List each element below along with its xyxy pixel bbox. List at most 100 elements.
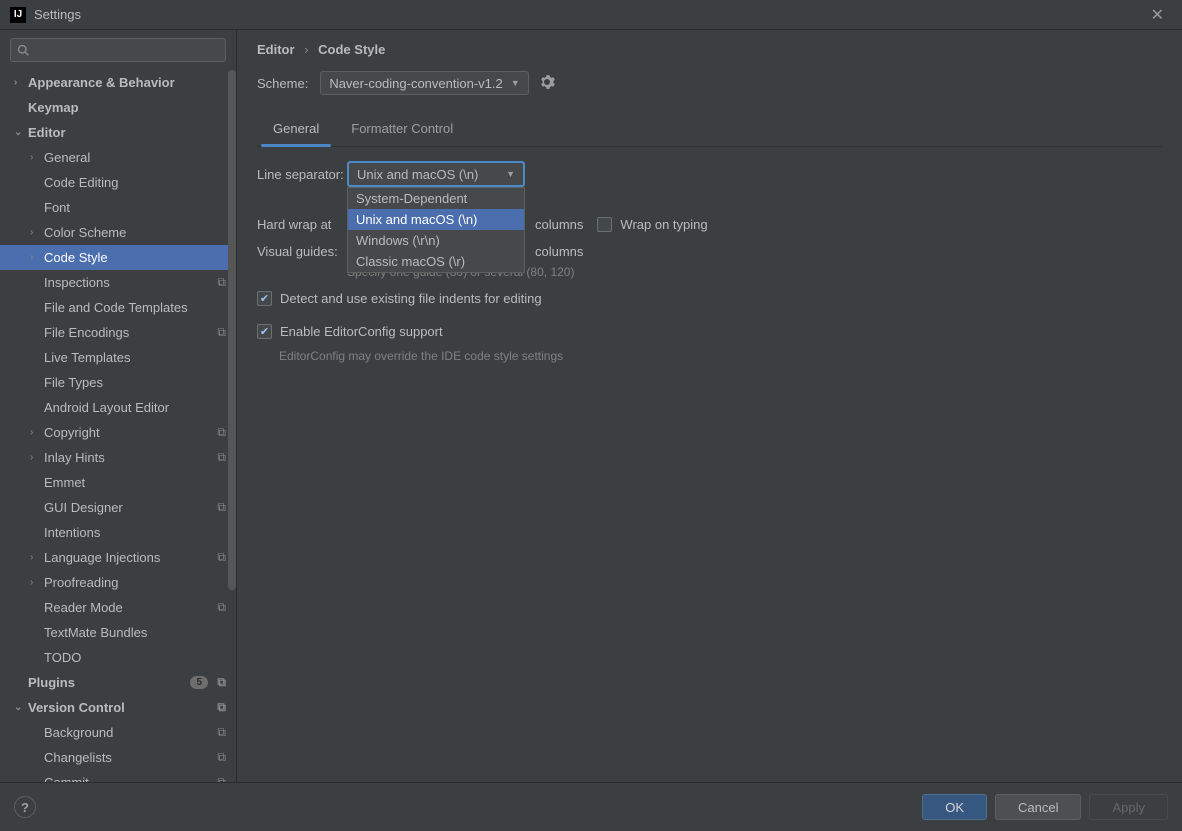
sidebar-item-commit[interactable]: Commit⧉	[0, 770, 236, 782]
apply-button[interactable]: Apply	[1089, 794, 1168, 820]
chevron-right-icon: ›	[30, 427, 42, 438]
chevron-right-icon: ›	[304, 42, 308, 57]
editorconfig-label: Enable EditorConfig support	[280, 324, 443, 339]
badge: 5	[190, 676, 208, 689]
option-classic-macos[interactable]: Classic macOS (\r)	[348, 251, 524, 272]
sidebar-item-code-editing[interactable]: Code Editing	[0, 170, 236, 195]
chevron-right-icon: ›	[30, 452, 42, 463]
cancel-button[interactable]: Cancel	[995, 794, 1081, 820]
chevron-right-icon: ›	[30, 577, 42, 588]
sidebar-item-label: Inlay Hints	[44, 450, 105, 465]
sidebar-item-android-layout-editor[interactable]: Android Layout Editor	[0, 395, 236, 420]
sidebar-item-live-templates[interactable]: Live Templates	[0, 345, 236, 370]
columns-label-2: columns	[535, 244, 583, 259]
sidebar-item-label: Keymap	[28, 100, 79, 115]
tab-formatter-control[interactable]: Formatter Control	[335, 113, 469, 146]
project-scope-icon: ⧉	[217, 425, 226, 440]
sidebar-item-label: Editor	[28, 125, 66, 140]
detect-indents-label: Detect and use existing file indents for…	[280, 291, 542, 306]
search-input[interactable]	[10, 38, 226, 62]
sidebar-item-textmate-bundles[interactable]: TextMate Bundles	[0, 620, 236, 645]
scheme-dropdown[interactable]: Naver-coding-convention-v1.2 ▼	[320, 71, 528, 95]
option-system-dependent[interactable]: System-Dependent	[348, 188, 524, 209]
sidebar-item-intentions[interactable]: Intentions	[0, 520, 236, 545]
sidebar-item-proofreading[interactable]: ›Proofreading	[0, 570, 236, 595]
chevron-right-icon: ›	[30, 252, 42, 263]
help-icon[interactable]: ?	[14, 796, 36, 818]
sidebar-item-font[interactable]: Font	[0, 195, 236, 220]
sidebar-item-inlay-hints[interactable]: ›Inlay Hints⧉	[0, 445, 236, 470]
tab-general[interactable]: General	[257, 113, 335, 146]
project-scope-icon: ⧉	[217, 725, 226, 740]
sidebar-item-label: General	[44, 150, 90, 165]
chevron-right-icon: ›	[30, 227, 42, 238]
sidebar-item-label: Font	[44, 200, 70, 215]
sidebar-item-language-injections[interactable]: ›Language Injections ⧉	[0, 545, 236, 570]
sidebar-item-label: Language Injections	[44, 550, 160, 565]
option-unix-macos[interactable]: Unix and macOS (\n)	[348, 209, 524, 230]
sidebar-item-emmet[interactable]: Emmet	[0, 470, 236, 495]
sidebar-item-reader-mode[interactable]: Reader Mode⧉	[0, 595, 236, 620]
titlebar: IJ Settings ✕	[0, 0, 1182, 30]
chevron-right-icon: ›	[14, 77, 26, 88]
line-separator-label: Line separator:	[257, 167, 347, 182]
project-scope-icon: ⧉	[217, 675, 226, 690]
wrap-on-typing-checkbox[interactable]: ✔	[597, 217, 612, 232]
sidebar-item-label: Plugins	[28, 675, 75, 690]
editorconfig-checkbox[interactable]: ✔	[257, 324, 272, 339]
scheme-value: Naver-coding-convention-v1.2	[329, 76, 502, 91]
sidebar-item-background[interactable]: Background ⧉	[0, 720, 236, 745]
sidebar-item-code-style[interactable]: ›Code Style	[0, 245, 236, 270]
ok-button[interactable]: OK	[922, 794, 987, 820]
breadcrumb-editor[interactable]: Editor	[257, 42, 295, 57]
sidebar-item-file-types[interactable]: File Types	[0, 370, 236, 395]
sidebar-item-inspections[interactable]: Inspections⧉	[0, 270, 236, 295]
chevron-right-icon: ›	[30, 552, 42, 563]
sidebar-item-label: Live Templates	[44, 350, 130, 365]
sidebar-item-changelists[interactable]: Changelists⧉	[0, 745, 236, 770]
sidebar-item-appearance-behavior[interactable]: ›Appearance & Behavior	[0, 70, 236, 95]
line-separator-options: System-Dependent Unix and macOS (\n) Win…	[347, 187, 525, 273]
sidebar-item-label: Code Style	[44, 250, 108, 265]
sidebar-item-label: File and Code Templates	[44, 300, 188, 315]
sidebar-item-copyright[interactable]: ›Copyright⧉	[0, 420, 236, 445]
project-scope-icon: ⧉	[217, 750, 226, 765]
editorconfig-hint: EditorConfig may override the IDE code s…	[279, 349, 1162, 363]
settings-tree: ›Appearance & BehaviorKeymap⌄Editor›Gene…	[0, 70, 236, 782]
sidebar-item-plugins[interactable]: Plugins 5 ⧉	[0, 670, 236, 695]
gear-icon[interactable]	[539, 74, 555, 93]
sidebar-item-label: Reader Mode	[44, 600, 123, 615]
window-title: Settings	[34, 7, 81, 22]
wrap-on-typing-label: Wrap on typing	[620, 217, 707, 232]
detect-indents-checkbox[interactable]: ✔	[257, 291, 272, 306]
chevron-right-icon: ›	[30, 152, 42, 163]
project-scope-icon: ⧉	[217, 550, 226, 565]
search-icon	[17, 44, 29, 56]
sidebar-item-general[interactable]: ›General	[0, 145, 236, 170]
sidebar-scrollbar[interactable]	[228, 70, 236, 610]
content-pane: Editor › Code Style Scheme: Naver-coding…	[237, 30, 1182, 782]
hard-wrap-label: Hard wrap at	[257, 217, 347, 232]
sidebar-item-keymap[interactable]: Keymap	[0, 95, 236, 120]
breadcrumb: Editor › Code Style	[257, 42, 1162, 57]
sidebar-item-file-and-code-templates[interactable]: File and Code Templates	[0, 295, 236, 320]
sidebar-item-label: Proofreading	[44, 575, 118, 590]
sidebar-item-label: Code Editing	[44, 175, 118, 190]
option-windows[interactable]: Windows (\r\n)	[348, 230, 524, 251]
sidebar-item-version-control[interactable]: ⌄Version Control⧉	[0, 695, 236, 720]
sidebar-item-editor[interactable]: ⌄Editor	[0, 120, 236, 145]
sidebar-item-color-scheme[interactable]: ›Color Scheme	[0, 220, 236, 245]
sidebar-item-file-encodings[interactable]: File Encodings ⧉	[0, 320, 236, 345]
sidebar-item-label: File Encodings	[44, 325, 129, 340]
sidebar-item-label: Background	[44, 725, 113, 740]
tabs: General Formatter Control	[257, 113, 1162, 147]
line-separator-dropdown[interactable]: Unix and macOS (\n) ▼	[347, 161, 525, 187]
sidebar-item-label: Appearance & Behavior	[28, 75, 175, 90]
project-scope-icon: ⧉	[217, 325, 226, 340]
sidebar-item-gui-designer[interactable]: GUI Designer⧉	[0, 495, 236, 520]
sidebar-item-label: Commit	[44, 775, 89, 782]
close-icon[interactable]: ✕	[1143, 1, 1172, 29]
sidebar-item-label: Android Layout Editor	[44, 400, 169, 415]
sidebar-item-todo[interactable]: TODO	[0, 645, 236, 670]
sidebar-item-label: TextMate Bundles	[44, 625, 147, 640]
